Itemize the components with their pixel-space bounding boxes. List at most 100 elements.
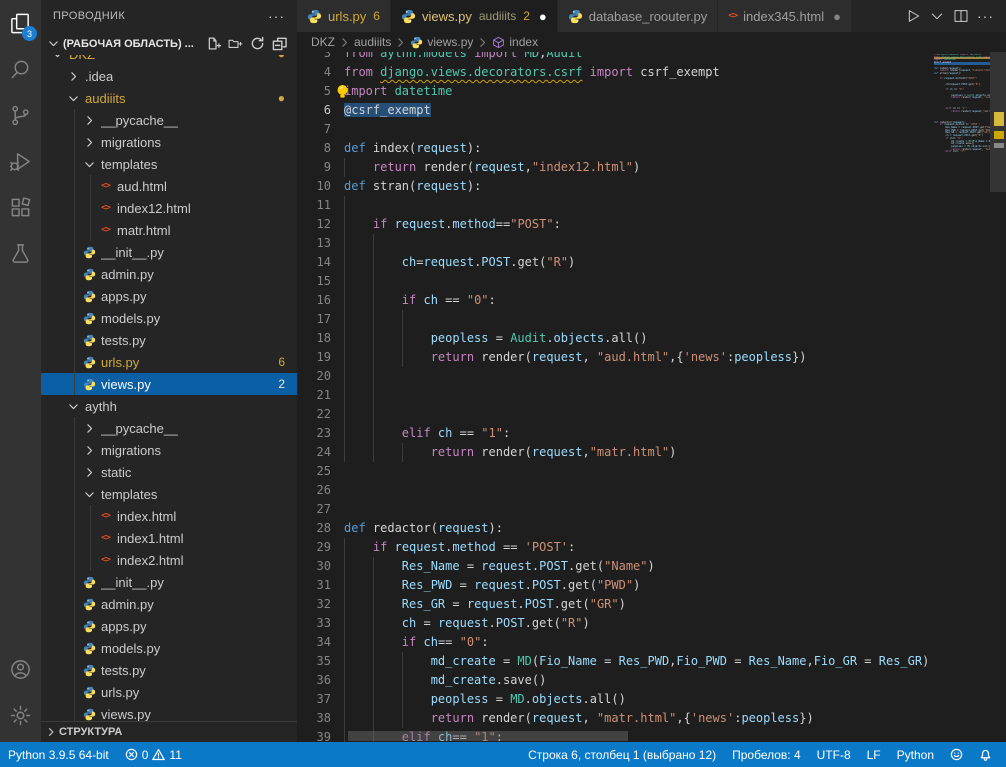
code-line-22[interactable]: 22 (297, 405, 934, 424)
code-line-3[interactable]: 3from aythh.models import MD,Audit (297, 52, 934, 63)
code-line-19[interactable]: 19 return render(request, "aud.html",{'n… (297, 348, 934, 367)
tree-file-index12-html[interactable]: <>index12.html (41, 197, 297, 219)
tree-file-views-py[interactable]: views.py2 (41, 373, 297, 395)
code-line-27[interactable]: 27 (297, 500, 934, 519)
code-line-29[interactable]: 29 if request.method == 'POST': (297, 538, 934, 557)
code-line-33[interactable]: 33 ch = request.POST.get("R") (297, 614, 934, 633)
code-line-14[interactable]: 14 ch=request.POST.get("R") (297, 253, 934, 272)
explorer-more-button[interactable]: ··· (268, 8, 285, 24)
workspace-section-header[interactable]: (РАБОЧАЯ ОБЛАСТЬ) ... (41, 32, 297, 55)
tree-file--init-py[interactable]: __init__.py (41, 571, 297, 593)
code-line-38[interactable]: 38 return render(request, "matr.html",{'… (297, 709, 934, 728)
tree-file-index2-html[interactable]: <>index2.html (41, 549, 297, 571)
activitybar-testing[interactable] (0, 230, 41, 276)
tab-index345-html[interactable]: <>index345.html● (718, 0, 852, 32)
tab-dirty-indicator[interactable]: ● (833, 9, 841, 24)
tree-file-tests-py[interactable]: tests.py (41, 329, 297, 351)
tree-file-aud-html[interactable]: <>aud.html (41, 175, 297, 197)
tree-file-models-py[interactable]: models.py (41, 307, 297, 329)
statusbar-eol[interactable]: LF (859, 742, 889, 767)
breadcrumb-item-dkz[interactable]: DKZ (311, 35, 335, 49)
tab-views-py[interactable]: views.pyaudiiits2● (391, 0, 558, 32)
code-line-34[interactable]: 34 if ch== "0": (297, 633, 934, 652)
activitybar-account[interactable] (0, 646, 41, 692)
tab-dirty-indicator[interactable]: ● (539, 9, 547, 24)
code-line-11[interactable]: 11 (297, 196, 934, 215)
tree-file-apps-py[interactable]: apps.py (41, 285, 297, 307)
activitybar-settings[interactable] (0, 692, 41, 738)
collapse-all-icon[interactable] (272, 36, 287, 51)
statusbar-language-mode[interactable]: Python (889, 742, 942, 767)
code-line-7[interactable]: 7 (297, 120, 934, 139)
tab-database-roouter-py[interactable]: database_roouter.py (558, 0, 719, 32)
code-line-10[interactable]: 10def stran(request): (297, 177, 934, 196)
tree-file-admin-py[interactable]: admin.py (41, 263, 297, 285)
statusbar-python-interpreter[interactable]: Python 3.9.5 64-bit (0, 742, 117, 767)
tree-folder--idea[interactable]: .idea (41, 65, 297, 87)
horizontal-scrollbar-thumb[interactable] (348, 731, 628, 741)
code-line-30[interactable]: 30 Res_Name = request.POST.get("Name") (297, 557, 934, 576)
code-line-17[interactable]: 17 (297, 310, 934, 329)
statusbar-feedback[interactable] (942, 742, 971, 767)
tree-file-matr-html[interactable]: <>matr.html (41, 219, 297, 241)
tree-file-apps-py[interactable]: apps.py (41, 615, 297, 637)
code-line-31[interactable]: 31 Res_PWD = request.POST.get("PWD") (297, 576, 934, 595)
tree-file-admin-py[interactable]: admin.py (41, 593, 297, 615)
code-line-4[interactable]: 4from django.views.decorators.csrf impor… (297, 63, 934, 82)
code-line-5[interactable]: 5import datetime (297, 82, 934, 101)
activitybar-run-debug[interactable] (0, 138, 41, 184)
code-line-6[interactable]: 6@csrf_exempt (297, 101, 934, 120)
tree-file-urls-py[interactable]: urls.py (41, 681, 297, 703)
code-line-26[interactable]: 26 (297, 481, 934, 500)
run-button[interactable] (903, 6, 923, 26)
tree-folder-migrations[interactable]: migrations (41, 131, 297, 153)
tree-file--init-py[interactable]: __init__.py (41, 241, 297, 263)
tree-folder-audiiits[interactable]: audiiits● (41, 87, 297, 109)
tree-folder-aythh[interactable]: aythh (41, 395, 297, 417)
code-line-24[interactable]: 24 return render(request,"matr.html") (297, 443, 934, 462)
activitybar-source-control[interactable] (0, 92, 41, 138)
tree-file-tests-py[interactable]: tests.py (41, 659, 297, 681)
breadcrumb-item-views-py[interactable]: views.py (410, 35, 473, 49)
code-line-20[interactable]: 20 (297, 367, 934, 386)
code-line-25[interactable]: 25 (297, 462, 934, 481)
activitybar-extensions[interactable] (0, 184, 41, 230)
new-folder-icon[interactable] (228, 36, 243, 51)
code-line-8[interactable]: 8def index(request): (297, 139, 934, 158)
overview-ruler[interactable] (990, 52, 1006, 742)
statusbar-cursor-position[interactable]: Строка 6, столбец 1 (выбрано 12) (520, 742, 724, 767)
refresh-icon[interactable] (250, 36, 265, 51)
tree-folder-dkz[interactable]: DKZ● (41, 55, 297, 65)
breadcrumb-item-index[interactable]: index (492, 35, 538, 49)
code-line-9[interactable]: 9 return render(request,"index12.html") (297, 158, 934, 177)
code-line-21[interactable]: 21 (297, 386, 934, 405)
breadcrumb-item-audiiits[interactable]: audiiits (354, 35, 391, 49)
split-editor-button[interactable] (951, 6, 971, 26)
code-line-36[interactable]: 36 md_create.save() (297, 671, 934, 690)
tree-folder--pycache-[interactable]: __pycache__ (41, 417, 297, 439)
code-line-28[interactable]: 28def redactor(request): (297, 519, 934, 538)
tree-file-index1-html[interactable]: <>index1.html (41, 527, 297, 549)
outline-section-header[interactable]: СТРУКТУРА (41, 721, 297, 742)
code-line-16[interactable]: 16 if ch == "0": (297, 291, 934, 310)
run-dropdown-button[interactable] (927, 6, 947, 26)
tab-urls-py[interactable]: urls.py6 (297, 0, 391, 32)
tree-file-views-py[interactable]: views.py (41, 703, 297, 721)
tree-folder--pycache-[interactable]: __pycache__ (41, 109, 297, 131)
statusbar-indentation[interactable]: Пробелов: 4 (724, 742, 809, 767)
statusbar-problems[interactable]: 011 (117, 742, 190, 767)
code-area[interactable]: 3from aythh.models import MD,Audit4from … (297, 52, 934, 742)
code-line-35[interactable]: 35 md_create = MD(Fio_Name = Res_PWD,Fio… (297, 652, 934, 671)
code-line-32[interactable]: 32 Res_GR = request.POST.get("GR") (297, 595, 934, 614)
code-line-18[interactable]: 18 peopless = Audit.objects.all() (297, 329, 934, 348)
code-line-13[interactable]: 13 (297, 234, 934, 253)
code-editor[interactable]: 3from aythh.models import MD,Audit4from … (297, 52, 1006, 742)
minimap[interactable]: from aythh.models import MD,Auditfrom dj… (934, 54, 990, 154)
tree-folder-templates[interactable]: templates (41, 153, 297, 175)
activitybar-explorer[interactable]: 3 (0, 0, 41, 46)
tree-folder-static[interactable]: static (41, 461, 297, 483)
tree-folder-migrations[interactable]: migrations (41, 439, 297, 461)
tree-file-models-py[interactable]: models.py (41, 637, 297, 659)
more-actions-button[interactable]: ··· (975, 6, 996, 26)
tree-file-index-html[interactable]: <>index.html (41, 505, 297, 527)
